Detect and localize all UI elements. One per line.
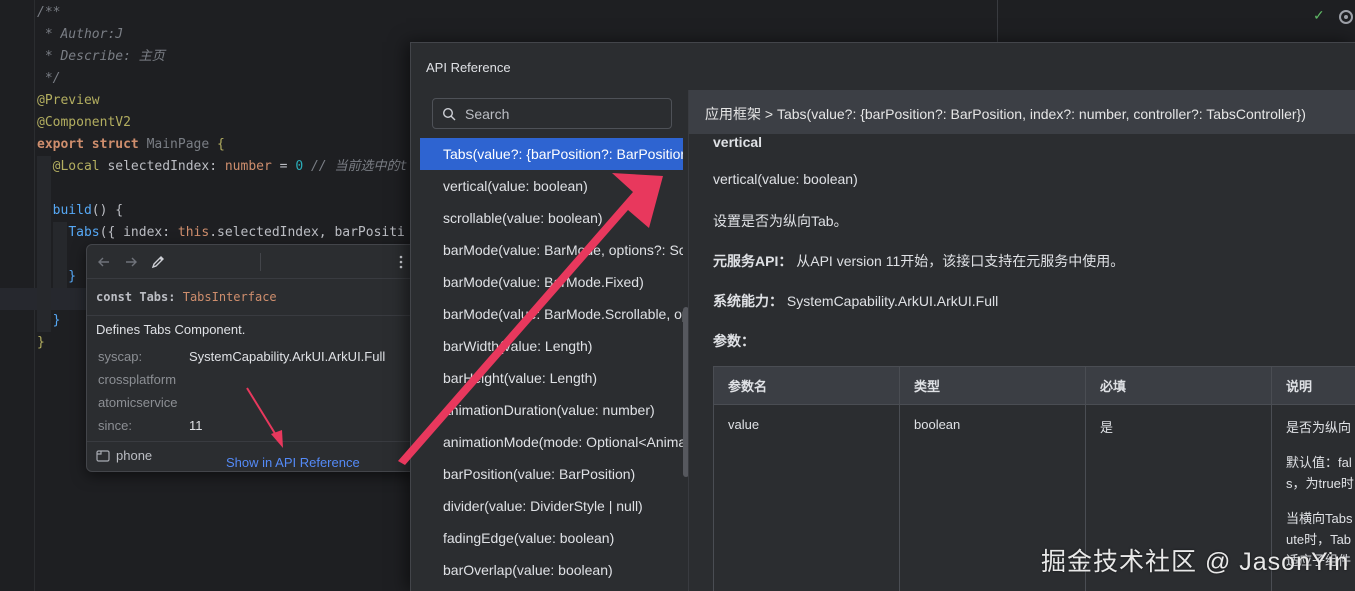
quick-documentation-popup: const Tabs: TabsInterface Defines Tabs C… <box>86 244 417 472</box>
api-item-barheight[interactable]: barHeight(value: Length) <box>420 362 683 394</box>
plugin-icon[interactable] <box>1336 8 1354 26</box>
search-box[interactable] <box>432 98 672 129</box>
code-line-10: build() { <box>52 203 124 218</box>
param-name-cell: value <box>713 404 900 591</box>
check-icon: ✓ <box>1313 7 1325 23</box>
desc-line: s，为true时 <box>1286 476 1354 491</box>
indent-guide-block <box>37 156 51 332</box>
code-line-3: * Describe: 主页 <box>37 49 165 64</box>
syscap-text: SystemCapability.ArkUI.ArkUI.Full <box>786 293 999 309</box>
popup-divider <box>87 315 416 316</box>
api-detail-panel: 应用框架 > Tabs(value?: {barPosition?: BarPo… <box>688 90 1355 591</box>
code-line-11: Tabs({ index: this.selectedIndex, barPos… <box>68 225 405 240</box>
table-header: 参数名 <box>713 366 900 405</box>
forward-arrow-icon[interactable] <box>122 253 140 271</box>
api-item-animationduration[interactable]: animationDuration(value: number) <box>420 394 683 426</box>
api-item-fadingedge[interactable]: fadingEdge(value: boolean) <box>420 522 683 554</box>
toolbar-separator <box>260 253 261 271</box>
signature-name: Tabs: <box>139 290 176 304</box>
api-item-barposition[interactable]: barPosition(value: BarPosition) <box>420 458 683 490</box>
popup-toolbar <box>87 245 416 279</box>
api-item-barwidth[interactable]: barWidth(value: Length) <box>420 330 683 362</box>
detail-description: 设置是否为纵向Tab。 <box>713 213 848 229</box>
editor-right-margin <box>997 0 998 42</box>
api-item-barmode-fixed[interactable]: barMode(value: BarMode.Fixed) <box>420 266 683 298</box>
table-header: 必填 <box>1085 366 1272 405</box>
api-reference-title: API Reference <box>426 60 511 75</box>
detail-signature: vertical(value: boolean) <box>713 171 858 187</box>
params-label: 参数： <box>713 333 755 349</box>
code-line-8: @Local selectedIndex: number = 0 // 当前选中… <box>52 159 408 174</box>
detail-atomic-service: 元服务API： 从API version 11开始，该接口支持在元服务中使用。 <box>713 251 1124 271</box>
code-line-7: export struct MainPage { <box>37 137 225 152</box>
desc-line: 当横向Tabs <box>1286 511 1353 526</box>
api-reference-window: API Reference Tabs(value?: {barPosition?… <box>410 42 1355 591</box>
popup-footer: phone Show in API Reference <box>87 441 416 473</box>
code-line-4: */ <box>37 71 61 86</box>
watermark: 掘金技术社区 @ JasonYin <box>1041 548 1350 576</box>
code-line-1: /** <box>37 5 61 20</box>
doc-key-syscap: syscap: <box>98 349 143 364</box>
api-item-scrollable[interactable]: scrollable(value: boolean) <box>420 202 683 234</box>
breadcrumb-text[interactable]: 应用框架 > Tabs(value?: {barPosition?: BarPo… <box>705 104 1306 124</box>
doc-value-syscap: SystemCapability.ArkUI.ArkUI.Full <box>189 349 386 364</box>
doc-key-since: since: <box>98 418 132 433</box>
search-icon <box>442 107 456 121</box>
api-item-barmode-scrollable[interactable]: barMode(value: BarMode.Scrollable, optio… <box>420 298 683 330</box>
syscap-label: 系统能力： <box>713 293 783 309</box>
doc-value-since: 11 <box>189 418 203 433</box>
code-line-6: @ComponentV2 <box>37 115 131 130</box>
table-header-row: 参数名 类型 必填 说明 <box>713 366 1355 405</box>
signature-keyword: const <box>96 290 133 304</box>
doc-description: Defines Tabs Component. <box>96 322 246 337</box>
code-line-15: } <box>37 313 61 328</box>
api-item-barmode[interactable]: barMode(value: BarMode, options?: Scroll… <box>420 234 683 266</box>
detail-syscap: 系统能力： SystemCapability.ArkUI.ArkUI.Full <box>713 291 998 311</box>
api-member-list: Tabs(value?: {barPosition?: BarPosition,… <box>420 90 688 591</box>
atomic-service-text: 从API version 11开始，该接口支持在元服务中使用。 <box>796 253 1125 269</box>
api-item-animationmode[interactable]: animationMode(mode: Optional<AnimationMo… <box>420 426 683 458</box>
device-phone-icon <box>96 450 110 462</box>
code-line-5: @Preview <box>37 93 100 108</box>
search-input[interactable] <box>465 104 665 124</box>
atomic-service-label: 元服务API： <box>713 253 793 269</box>
platform-label: phone <box>116 448 153 463</box>
desc-line: 默认值：fal <box>1286 455 1352 470</box>
desc-line: 是否为纵向 <box>1286 420 1352 435</box>
doc-key-atomicservice: atomicservice <box>98 395 178 410</box>
show-in-api-reference-link[interactable]: Show in API Reference <box>226 455 360 470</box>
code-line-2: * Author:J <box>37 27 124 42</box>
table-header: 类型 <box>899 366 1086 405</box>
doc-key-crossplatform: crossplatform <box>98 372 177 387</box>
code-line-13: } <box>37 269 77 284</box>
edit-pencil-icon[interactable] <box>149 253 167 271</box>
back-arrow-icon[interactable] <box>95 253 113 271</box>
api-item-divider[interactable]: divider(value: DividerStyle | null) <box>420 490 683 522</box>
code-line-16: } <box>37 335 45 350</box>
breadcrumb: 应用框架 > Tabs(value?: {barPosition?: BarPo… <box>689 90 1355 134</box>
api-item-vertical[interactable]: vertical(value: boolean) <box>420 170 683 202</box>
detail-heading: vertical <box>713 134 763 150</box>
api-item-tabs-constructor[interactable]: Tabs(value?: {barPosition?: BarPosition,… <box>420 138 683 170</box>
signature-type[interactable]: TabsInterface <box>183 290 277 304</box>
table-header: 说明 <box>1271 366 1355 405</box>
doc-signature: const Tabs: TabsInterface <box>96 290 277 304</box>
api-item-baroverlap[interactable]: barOverlap(value: boolean) <box>420 554 683 586</box>
more-options-icon[interactable] <box>392 253 410 271</box>
